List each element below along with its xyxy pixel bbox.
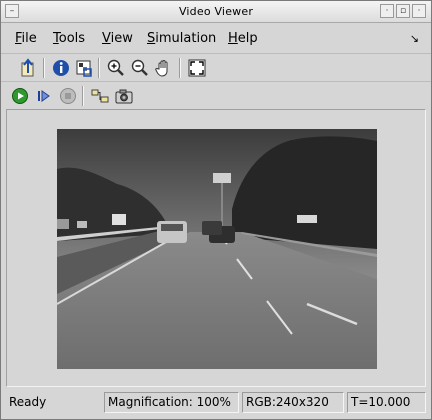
zoom-out-icon[interactable] bbox=[129, 57, 151, 79]
toolbar-separator bbox=[43, 58, 45, 78]
menu-view-mnemonic: V bbox=[102, 31, 111, 46]
menu-file[interactable]: File bbox=[15, 31, 37, 46]
stop-icon[interactable] bbox=[57, 85, 79, 107]
pan-hand-icon[interactable] bbox=[153, 57, 175, 79]
maximize-button[interactable]: ▫ bbox=[396, 4, 410, 18]
status-ready: Ready bbox=[9, 395, 47, 409]
simulation-toolbar bbox=[1, 81, 431, 109]
video-frame[interactable] bbox=[57, 129, 377, 369]
status-format: RGB:240x320 bbox=[242, 392, 344, 413]
video-viewer-window: – Video Viewer · ▫ · File Tools View Sim… bbox=[0, 0, 432, 420]
info-icon[interactable] bbox=[50, 57, 72, 79]
menu-bar: File Tools View Simulation Help ↘ bbox=[1, 25, 431, 51]
status-bar: Ready Magnification: 100% RGB:240x320 T=… bbox=[1, 391, 431, 415]
highlight-signal-icon[interactable] bbox=[89, 85, 111, 107]
menu-help-label: elp bbox=[237, 31, 258, 46]
minimize-button[interactable]: · bbox=[380, 4, 394, 18]
menu-help-mnemonic: H bbox=[228, 31, 238, 46]
main-toolbar bbox=[1, 53, 431, 81]
menu-view[interactable]: View bbox=[102, 31, 133, 46]
toolbar-separator bbox=[82, 86, 84, 106]
pixel-region-icon[interactable] bbox=[73, 57, 95, 79]
title-bar[interactable]: – Video Viewer · ▫ · bbox=[1, 1, 431, 23]
fit-to-window-icon[interactable] bbox=[186, 57, 208, 79]
dock-arrow-icon[interactable]: ↘ bbox=[410, 32, 419, 45]
run-icon[interactable] bbox=[9, 85, 31, 107]
status-magnification: Magnification: 100% bbox=[104, 392, 239, 413]
close-button[interactable]: · bbox=[412, 4, 426, 18]
menu-simulation-label: imulation bbox=[155, 31, 217, 46]
menu-tools-label: ools bbox=[58, 31, 86, 46]
export-icon[interactable] bbox=[17, 57, 39, 79]
window-title: Video Viewer bbox=[178, 5, 254, 18]
menu-simulation[interactable]: Simulation bbox=[147, 31, 216, 46]
highway-video-image bbox=[57, 129, 377, 369]
toolbar-separator bbox=[179, 58, 181, 78]
snapshot-camera-icon[interactable] bbox=[113, 85, 135, 107]
status-time: T=10.000 bbox=[347, 392, 426, 413]
step-forward-icon[interactable] bbox=[33, 85, 55, 107]
menu-view-label: iew bbox=[110, 31, 133, 46]
menu-file-label: ile bbox=[21, 31, 37, 46]
menu-help[interactable]: Help bbox=[228, 31, 258, 46]
video-display-area[interactable] bbox=[6, 109, 426, 387]
zoom-in-icon[interactable] bbox=[105, 57, 127, 79]
menu-tools[interactable]: Tools bbox=[53, 31, 85, 46]
toolbar-separator bbox=[98, 58, 100, 78]
